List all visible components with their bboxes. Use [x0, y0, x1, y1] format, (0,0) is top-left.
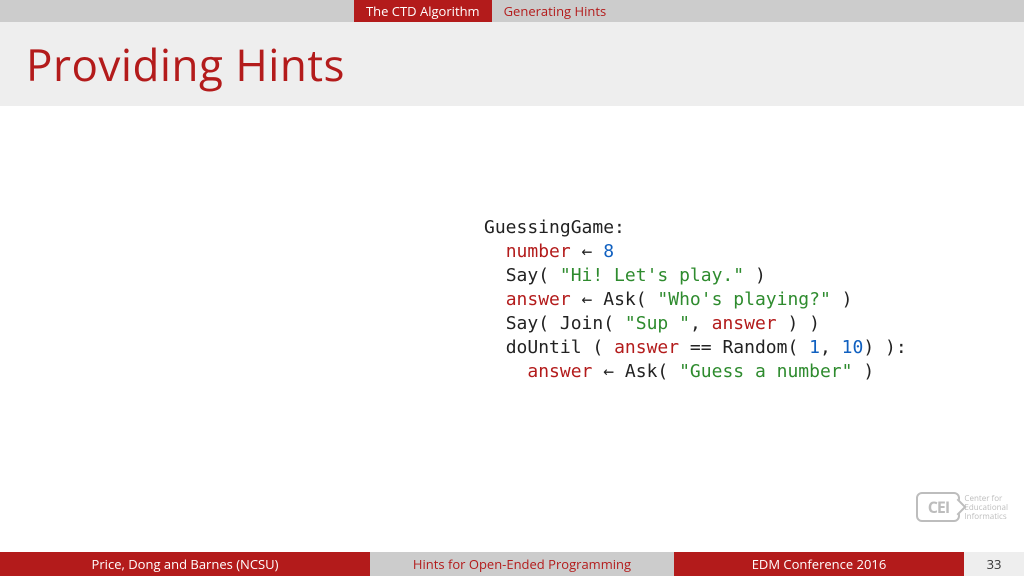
- code-num-10: 10: [842, 337, 864, 358]
- breadcrumb-section: The CTD Algorithm: [354, 0, 492, 22]
- page-title: Providing Hints: [26, 34, 345, 94]
- footer-title: Hints for Open-Ended Programming: [370, 552, 674, 576]
- slide-body: GuessingGame: number ← 8 Say( "Hi! Let's…: [0, 106, 1024, 552]
- topbar-spacer: [0, 0, 354, 22]
- cei-logo: CEI Center for Educational Informatics: [916, 492, 1008, 522]
- code-str-guess: "Guess a number": [679, 361, 852, 382]
- code-var-answer: answer: [506, 289, 571, 310]
- cei-logo-text: Center for Educational Informatics: [964, 494, 1008, 521]
- code-line-1: GuessingGame:: [484, 217, 625, 238]
- footer-page-number: 33: [964, 552, 1024, 576]
- breadcrumb-subsection: Generating Hints: [492, 0, 619, 22]
- code-num-1: 1: [809, 337, 820, 358]
- footer-bar: Price, Dong and Barnes (NCSU) Hints for …: [0, 552, 1024, 576]
- code-arrow: ←: [571, 241, 604, 262]
- code-str-sup: "Sup ": [625, 313, 690, 334]
- code-var-answer-4: answer: [527, 361, 592, 382]
- code-join-mid: ,: [690, 313, 712, 334]
- code-ask2-pre: ← Ask(: [592, 361, 679, 382]
- code-var-number: number: [506, 241, 571, 262]
- code-say-post: ): [744, 265, 766, 286]
- slide: The CTD Algorithm Generating Hints Provi…: [0, 0, 1024, 576]
- code-num-8: 8: [603, 241, 614, 262]
- code-var-answer-3: answer: [614, 337, 679, 358]
- code-str-hi: "Hi! Let's play.": [560, 265, 744, 286]
- code-ask-pre: ← Ask(: [571, 289, 658, 310]
- footer-authors: Price, Dong and Barnes (NCSU): [0, 552, 370, 576]
- code-comma: ,: [820, 337, 842, 358]
- code-dountil-post: ) ):: [863, 337, 906, 358]
- code-dountil-pre: doUntil (: [506, 337, 614, 358]
- cei-logo-line3: Informatics: [964, 512, 1008, 521]
- breadcrumb-bar: The CTD Algorithm Generating Hints: [0, 0, 1024, 22]
- code-dountil-mid: == Random(: [679, 337, 809, 358]
- code-str-who: "Who's playing?": [657, 289, 830, 310]
- code-join-pre: Say( Join(: [506, 313, 625, 334]
- code-join-post: ) ): [777, 313, 820, 334]
- footer-venue: EDM Conference 2016: [674, 552, 964, 576]
- title-bar: Providing Hints: [0, 22, 1024, 106]
- code-block: GuessingGame: number ← 8 Say( "Hi! Let's…: [484, 216, 907, 384]
- code-var-answer-2: answer: [712, 313, 777, 334]
- cei-logo-mark: CEI: [916, 492, 960, 522]
- code-ask-post: ): [831, 289, 853, 310]
- code-ask2-post: ): [852, 361, 874, 382]
- code-say-pre: Say(: [506, 265, 560, 286]
